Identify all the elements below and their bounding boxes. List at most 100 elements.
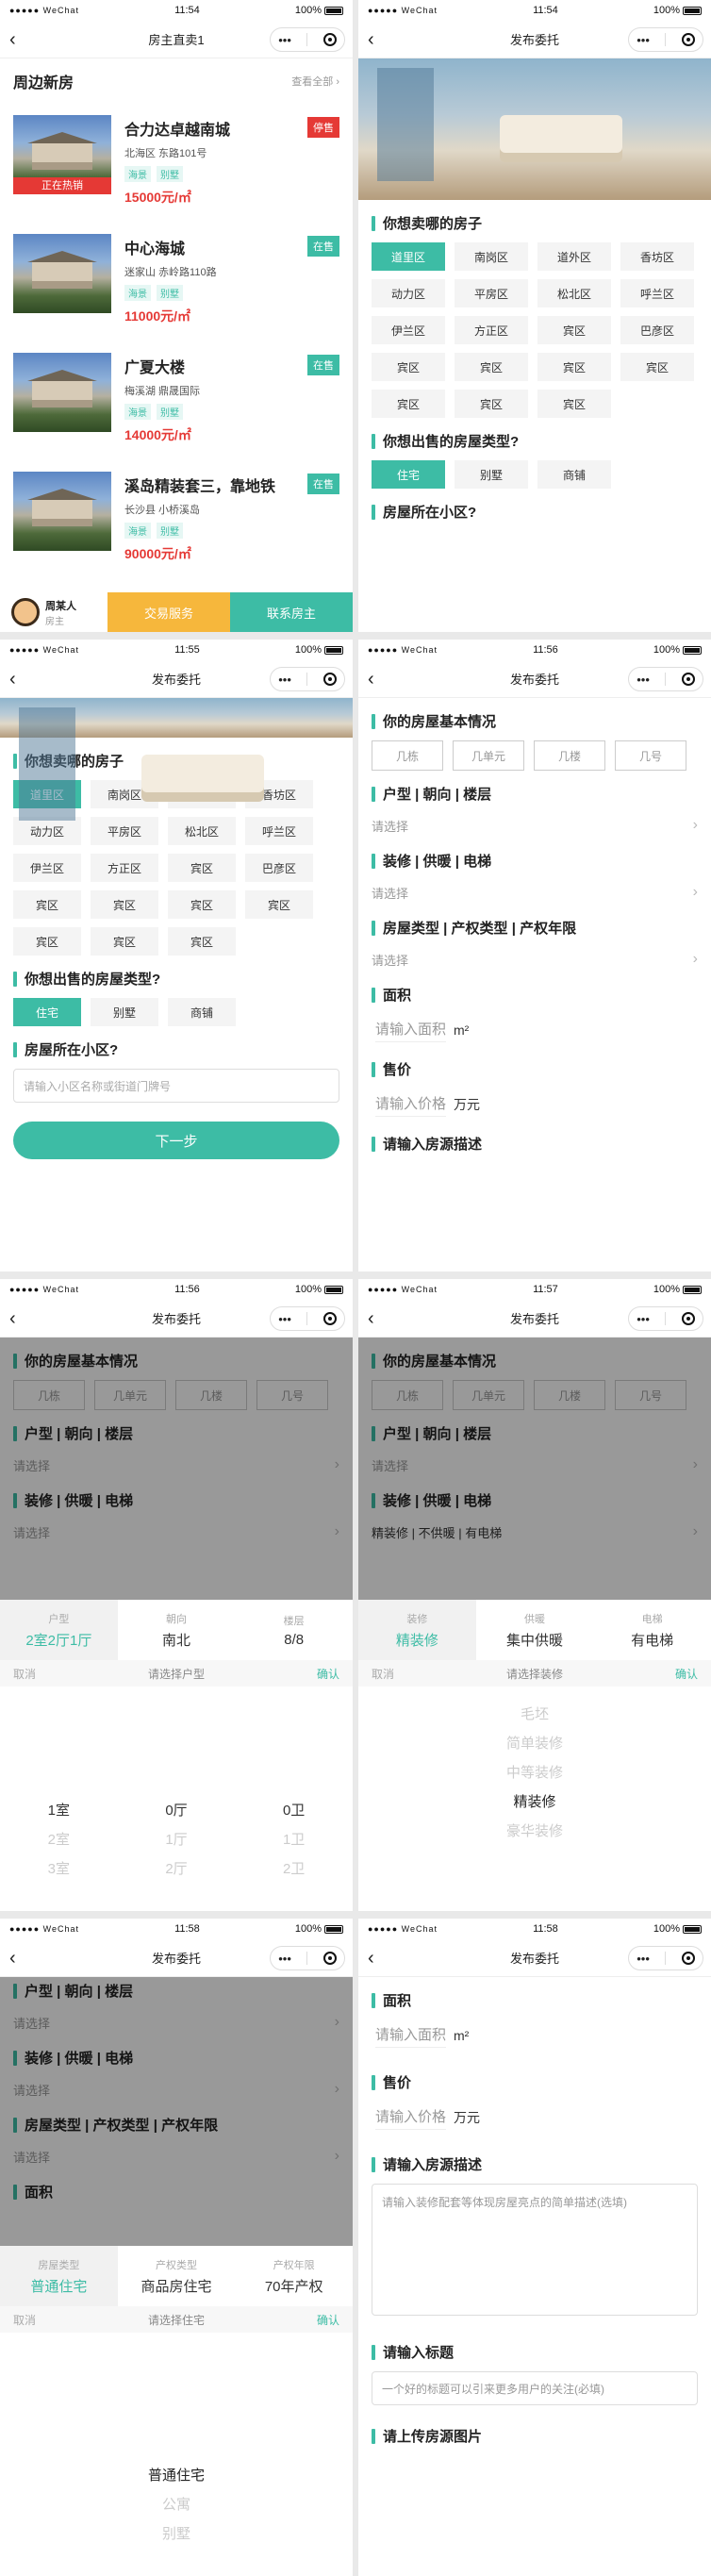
option-chip[interactable]: 住宅 [13, 998, 81, 1026]
back-arrow-icon[interactable]: ‹ [368, 1308, 385, 1329]
option-chip[interactable]: 松北区 [537, 279, 611, 307]
close-target-icon[interactable] [681, 1312, 695, 1325]
back-arrow-icon[interactable]: ‹ [368, 29, 385, 50]
option-chip[interactable]: 商铺 [168, 998, 236, 1026]
picker-tab[interactable]: 产权类型 商品房住宅 [118, 2246, 236, 2306]
decoration-select[interactable]: 请选择 › [358, 880, 711, 905]
picker-cancel-button[interactable]: 取消 [372, 1666, 394, 1682]
option-chip[interactable]: 呼兰区 [245, 817, 313, 845]
more-icon[interactable]: ••• [278, 1952, 291, 1966]
picker-tab[interactable]: 电梯 有电梯 [593, 1600, 711, 1660]
option-chip[interactable]: 别墅 [455, 460, 528, 489]
option-chip[interactable]: 道外区 [537, 242, 611, 271]
option-chip[interactable]: 方正区 [455, 316, 528, 344]
option-chip[interactable]: 宾区 [372, 353, 445, 381]
contact-owner-button[interactable]: 联系房主 [230, 592, 353, 632]
picker-confirm-button[interactable]: 确认 [675, 1666, 698, 1682]
area-input[interactable]: 请输入面积 [375, 1019, 447, 1042]
back-arrow-icon[interactable]: ‹ [368, 1948, 385, 1969]
option-chip[interactable]: 宾区 [13, 890, 81, 919]
option-chip[interactable]: 宾区 [455, 353, 528, 381]
more-icon[interactable]: ••• [278, 33, 291, 47]
close-target-icon[interactable] [322, 1952, 337, 1965]
list-item[interactable]: 正在热销 合力达卓越南城 北海区 东路101号 海景 别墅 15000元/㎡ 停售 [0, 100, 353, 219]
view-all-link[interactable]: 查看全部 › [291, 74, 339, 89]
back-arrow-icon[interactable]: ‹ [9, 1308, 26, 1329]
picker-option[interactable]: 普通住宅 [148, 2465, 205, 2485]
picker-option[interactable]: 1厅 [165, 1829, 187, 1849]
trade-service-button[interactable]: 交易服务 [107, 592, 230, 632]
option-chip[interactable]: 道里区 [372, 242, 445, 271]
list-item[interactable]: 中心海城 迷家山 赤岭路110路 海景 别墅 11000元/㎡ 在售 [0, 219, 353, 338]
building-number-input[interactable]: 几栋 [372, 740, 443, 771]
title-input[interactable]: 一个好的标题可以引来更多用户的关注(必填) [372, 2371, 698, 2405]
option-chip[interactable]: 宾区 [245, 890, 313, 919]
option-chip[interactable]: 动力区 [372, 279, 445, 307]
picker-option[interactable]: 公寓 [162, 2494, 190, 2514]
list-item[interactable]: 溪岛精装套三，靠地铁 长沙县 小桥溪岛 海景 别墅 90000元/㎡ 在售 [0, 457, 353, 575]
picker-cancel-button[interactable]: 取消 [13, 2312, 36, 2328]
picker-column[interactable]: 1室 2室 3室 [48, 1800, 70, 1878]
layout-select[interactable]: 请选择 › [358, 813, 711, 838]
option-chip[interactable]: 宾区 [537, 316, 611, 344]
picker-option[interactable]: 中等装修 [506, 1762, 563, 1782]
picker-option[interactable]: 简单装修 [506, 1733, 563, 1753]
picker-tab[interactable]: 产权年限 70年产权 [235, 2246, 353, 2306]
picker-option[interactable]: 0卫 [283, 1800, 305, 1820]
option-chip[interactable]: 巴彦区 [620, 316, 694, 344]
more-icon[interactable]: ••• [637, 673, 650, 687]
picker-option[interactable]: 2卫 [283, 1858, 305, 1878]
option-chip[interactable]: 宾区 [168, 890, 236, 919]
option-chip[interactable]: 宾区 [91, 890, 158, 919]
back-arrow-icon[interactable]: ‹ [368, 669, 385, 690]
more-icon[interactable]: ••• [278, 1312, 291, 1326]
picker-wheel[interactable]: 毛坯 简单装修 中等装修 精装修 豪华装修 [358, 1703, 711, 1840]
close-target-icon[interactable] [322, 673, 337, 686]
picker-column[interactable]: 0厅 1厅 2厅 [165, 1800, 187, 1878]
picker-option[interactable]: 3室 [48, 1858, 70, 1878]
picker-option[interactable]: 豪华装修 [506, 1820, 563, 1840]
building-number-input[interactable]: 几号 [615, 740, 686, 771]
option-chip[interactable]: 平房区 [455, 279, 528, 307]
picker-confirm-button[interactable]: 确认 [317, 2312, 339, 2328]
close-target-icon[interactable] [681, 33, 695, 46]
area-input[interactable]: 请输入面积 [375, 2024, 447, 2048]
option-chip[interactable]: 住宅 [372, 460, 445, 489]
option-chip[interactable]: 动力区 [13, 817, 81, 845]
list-item[interactable]: 广夏大楼 梅溪湖 鼎晟国际 海景 别墅 14000元/㎡ 在售 [0, 338, 353, 457]
option-chip[interactable]: 宾区 [168, 927, 236, 956]
next-step-button[interactable]: 下一步 [13, 1122, 339, 1159]
option-chip[interactable]: 宾区 [455, 390, 528, 418]
community-input[interactable]: 请输入小区名称或街道门牌号 [13, 1069, 339, 1103]
option-chip[interactable]: 宾区 [620, 353, 694, 381]
back-arrow-icon[interactable]: ‹ [9, 1948, 26, 1969]
price-input[interactable]: 请输入价格 [375, 1093, 447, 1117]
picker-option[interactable]: 1卫 [283, 1829, 305, 1849]
picker-column[interactable]: 0卫 1卫 2卫 [283, 1800, 305, 1878]
price-input[interactable]: 请输入价格 [375, 2106, 447, 2130]
picker-wheels[interactable]: 1室 2室 3室 0厅 1厅 2厅 0卫 1卫 2卫 [0, 1800, 353, 1878]
option-chip[interactable]: 商铺 [537, 460, 611, 489]
option-chip[interactable]: 宾区 [168, 854, 236, 882]
option-chip[interactable]: 宾区 [13, 927, 81, 956]
picker-cancel-button[interactable]: 取消 [13, 1666, 36, 1682]
picker-option[interactable]: 0厅 [165, 1800, 187, 1820]
option-chip[interactable]: 宾区 [91, 927, 158, 956]
picker-tab[interactable]: 房屋类型 普通住宅 [0, 2246, 118, 2306]
picker-option[interactable]: 别墅 [162, 2523, 190, 2543]
picker-tab[interactable]: 楼层 8/8 [235, 1600, 353, 1660]
close-target-icon[interactable] [322, 33, 337, 46]
option-chip[interactable]: 平房区 [91, 817, 158, 845]
picker-option[interactable]: 1室 [48, 1800, 70, 1820]
picker-option[interactable]: 2室 [48, 1829, 70, 1849]
picker-tab[interactable]: 户型 2室2厅1厅 [0, 1600, 118, 1660]
close-target-icon[interactable] [681, 673, 695, 686]
back-arrow-icon[interactable]: ‹ [9, 29, 26, 50]
option-chip[interactable]: 宾区 [537, 390, 611, 418]
option-chip[interactable]: 方正区 [91, 854, 158, 882]
more-icon[interactable]: ••• [637, 1952, 650, 1966]
picker-option[interactable]: 精装修 [513, 1791, 555, 1811]
option-chip[interactable]: 别墅 [91, 998, 158, 1026]
building-number-input[interactable]: 几楼 [534, 740, 605, 771]
option-chip[interactable]: 伊兰区 [372, 316, 445, 344]
